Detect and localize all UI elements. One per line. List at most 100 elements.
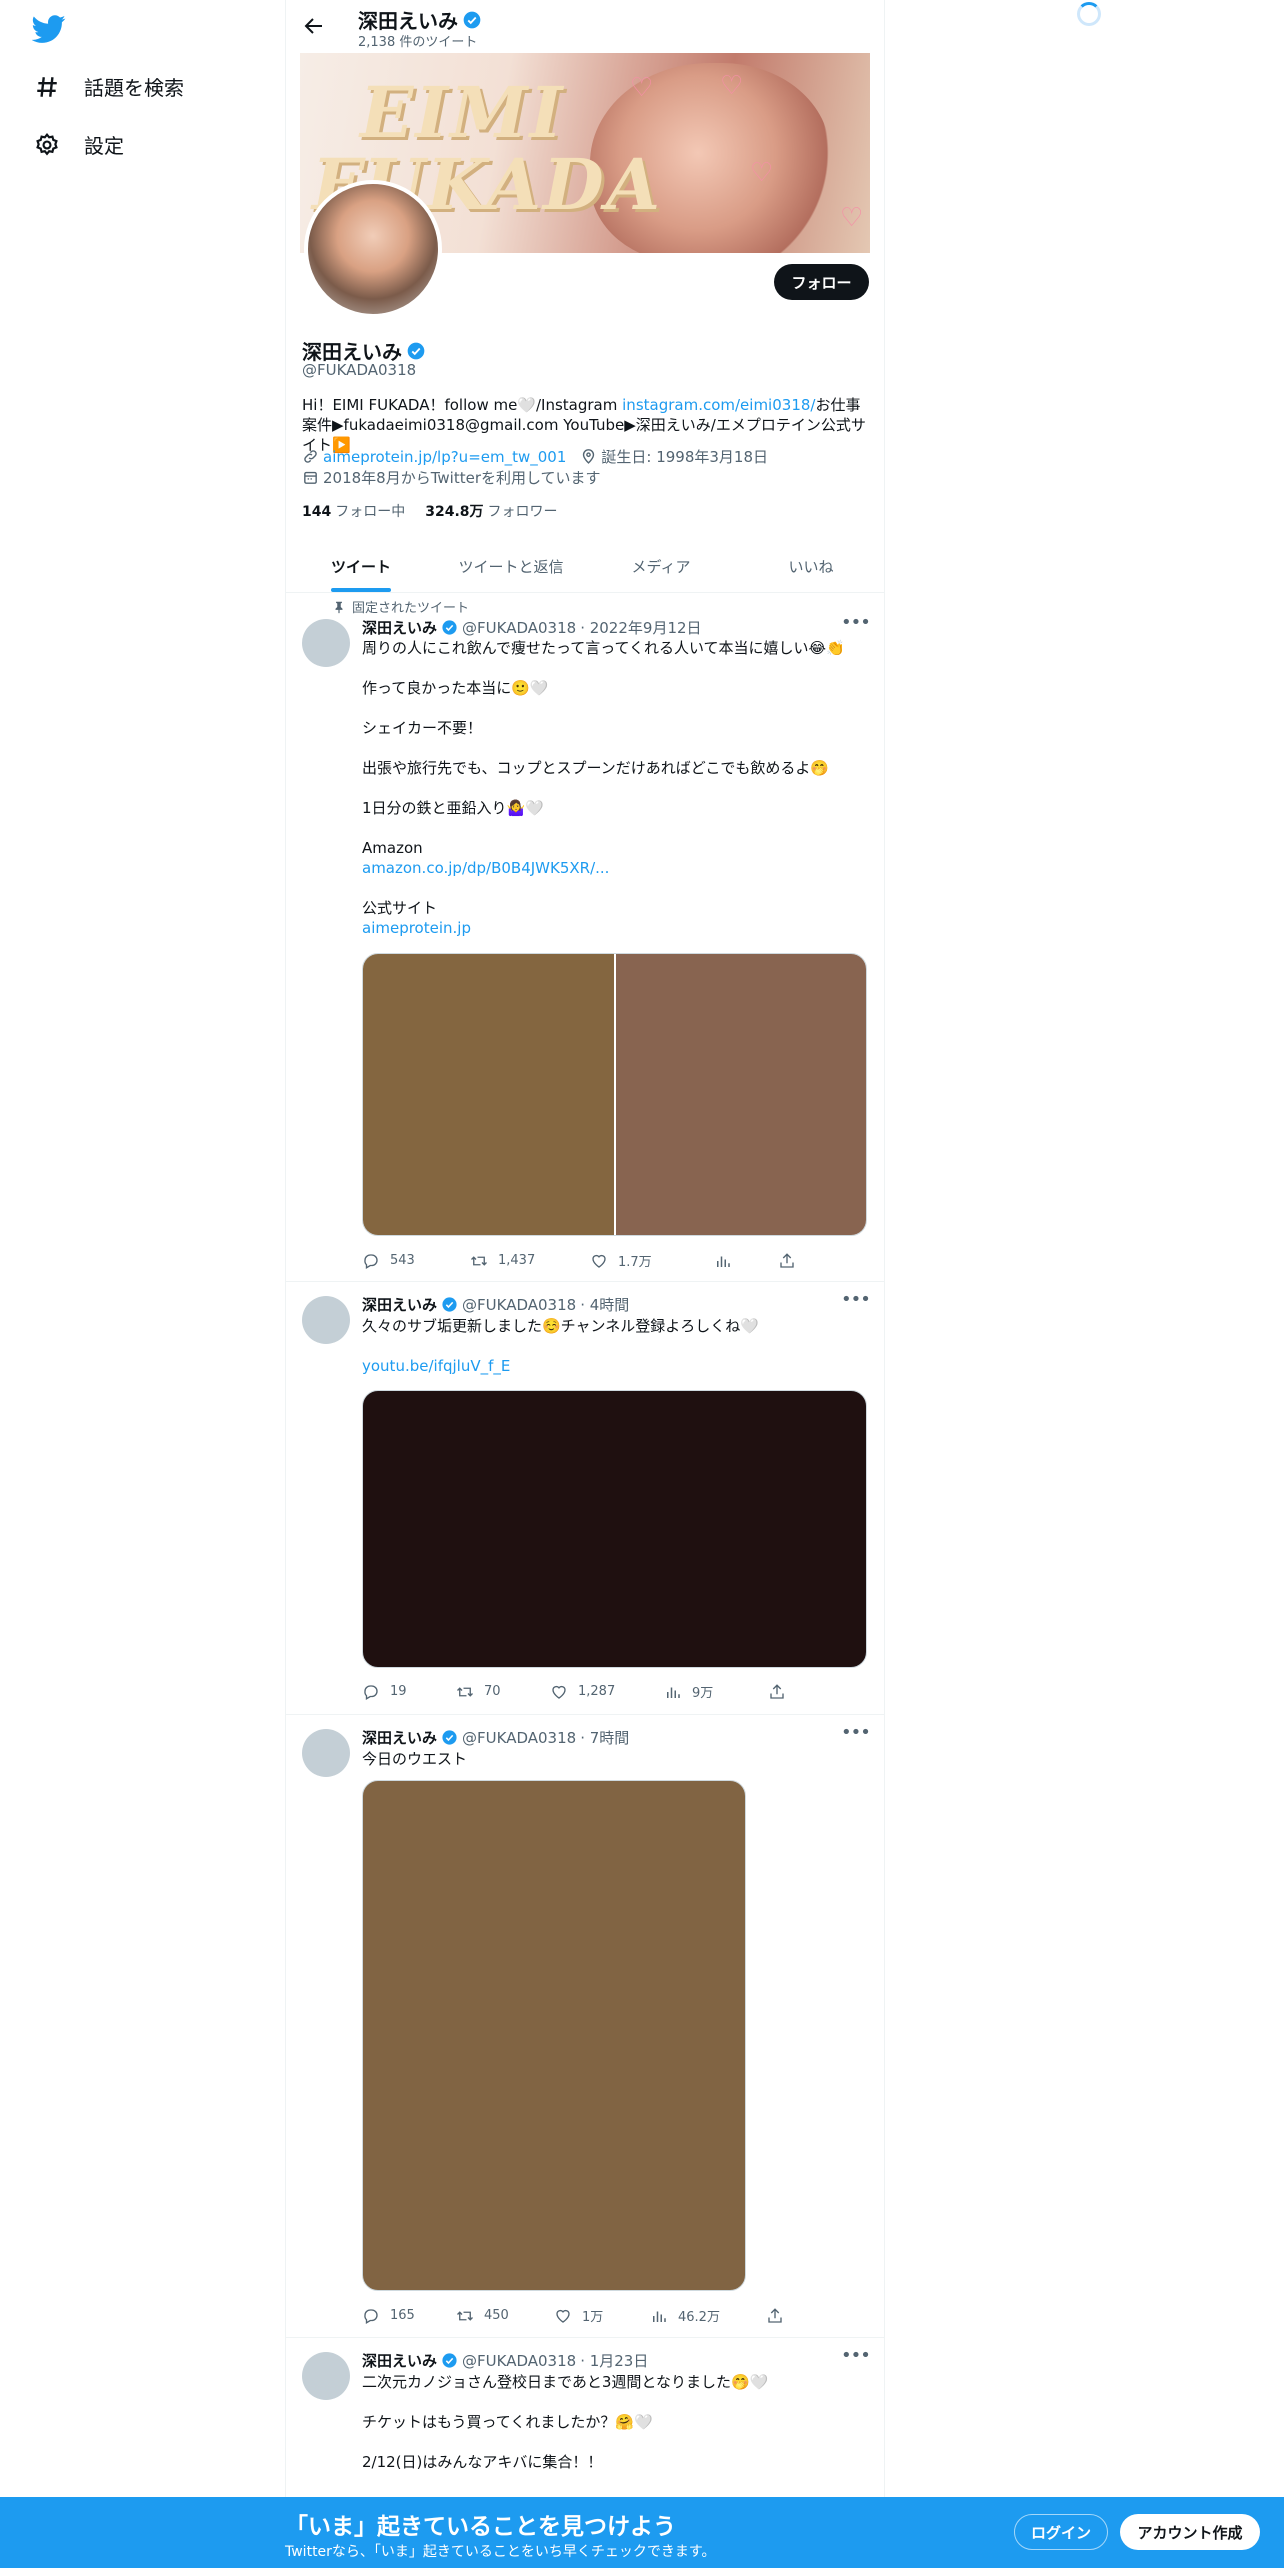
- like-button[interactable]: 1万: [554, 2306, 650, 2325]
- profile-stats: 144 フォロー中 324.8万 フォロワー: [302, 501, 558, 521]
- hashtag-icon: [37, 76, 57, 97]
- nav-explore[interactable]: 話題を検索: [34, 72, 184, 101]
- share-button[interactable]: [768, 1683, 786, 1701]
- profile-avatar[interactable]: [304, 180, 442, 318]
- tweet-card[interactable]: 深田えいみ @FUKADA0318 · 7時間 ••• 今日のウエスト 165 …: [286, 1715, 884, 2338]
- tweet-line: [362, 778, 872, 798]
- avatar[interactable]: [302, 1296, 350, 1344]
- tweet-author-name[interactable]: 深田えいみ: [362, 2350, 437, 2371]
- tweet-media[interactable]: [362, 953, 867, 1236]
- heart-icon: ♡: [750, 158, 774, 188]
- media-image[interactable]: [362, 1780, 746, 2291]
- profile-birthday-text: 誕生日: 1998年3月18日: [601, 448, 769, 466]
- tweet-line: [362, 2392, 872, 2412]
- official-site-link[interactable]: aimeprotein.jp: [362, 919, 471, 937]
- retweet-count: 70: [484, 1684, 501, 1699]
- signup-button[interactable]: アカウント作成: [1120, 2514, 1260, 2550]
- tab-likes[interactable]: いいね: [736, 540, 884, 592]
- reply-icon: [364, 2308, 378, 2324]
- nav-explore-label: 話題を検索: [84, 76, 184, 100]
- reply-button[interactable]: 543: [362, 1252, 470, 1270]
- reply-button[interactable]: 165: [362, 2307, 456, 2325]
- link-icon: [304, 450, 317, 463]
- like-button[interactable]: 1.7万: [590, 1251, 714, 1270]
- share-button[interactable]: [766, 2307, 784, 2325]
- more-icon[interactable]: •••: [841, 1291, 871, 1314]
- heart-icon: ♡: [840, 203, 864, 233]
- back-arrow-icon[interactable]: [302, 14, 326, 38]
- share-icon: [768, 2307, 782, 2323]
- calendar-icon: [304, 471, 317, 484]
- tweet-timestamp[interactable]: · 1月23日: [580, 2350, 648, 2371]
- profile-birthday: 誕生日: 1998年3月18日: [580, 446, 768, 467]
- gear-icon: [36, 132, 58, 155]
- media-image[interactable]: [363, 954, 616, 1235]
- tweet-line: [362, 2432, 872, 2452]
- tweet-author-handle[interactable]: @FUKADA0318: [462, 1296, 576, 1314]
- share-icon: [780, 1252, 794, 1268]
- reply-icon: [364, 1684, 378, 1700]
- tweet-author-name[interactable]: 深田えいみ: [362, 1294, 437, 1315]
- tweet-header: 深田えいみ @FUKADA0318 · 7時間: [362, 1727, 629, 1748]
- retweet-button[interactable]: 1,437: [470, 1252, 590, 1270]
- tweet-author-name[interactable]: 深田えいみ: [362, 1727, 437, 1748]
- header-tweet-count: 2,138 件のツイート: [358, 35, 478, 50]
- nav-settings[interactable]: 設定: [34, 130, 124, 159]
- followers-count: 324.8万: [425, 504, 484, 520]
- bio-instagram-link[interactable]: instagram.com/eimi0318/: [622, 396, 815, 414]
- header-name: 深田えいみ: [358, 9, 458, 33]
- twitter-logo-icon[interactable]: [32, 12, 66, 46]
- more-icon[interactable]: •••: [841, 1724, 871, 1747]
- login-button[interactable]: ログイン: [1014, 2514, 1108, 2550]
- verified-icon: [463, 11, 481, 28]
- reply-button[interactable]: 19: [362, 1683, 456, 1701]
- reply-count: 543: [390, 1253, 415, 1268]
- tweet-card[interactable]: 深田えいみ @FUKADA0318 · 4時間 ••• 久々のサブ垢更新しました…: [286, 1282, 884, 1715]
- profile-website[interactable]: aimeprotein.jp/lp?u=em_tw_001: [302, 448, 566, 466]
- tweet-text: 今日のウエスト: [362, 1749, 872, 1769]
- tab-media[interactable]: メディア: [586, 540, 736, 592]
- like-icon: [556, 2309, 570, 2323]
- tweet-timestamp[interactable]: · 4時間: [580, 1294, 629, 1315]
- tab-tweets[interactable]: ツイート: [286, 540, 436, 592]
- views-button[interactable]: 9万: [664, 1682, 768, 1701]
- avatar[interactable]: [302, 2352, 350, 2400]
- more-icon[interactable]: •••: [841, 2347, 871, 2370]
- avatar[interactable]: [302, 1729, 350, 1777]
- tweet-author-handle[interactable]: @FUKADA0318: [462, 2352, 576, 2370]
- follow-button[interactable]: フォロー: [774, 264, 869, 300]
- tab-tweets-and-replies[interactable]: ツイートと返信: [436, 540, 586, 592]
- tweet-author-handle[interactable]: @FUKADA0318: [462, 619, 576, 637]
- media-image[interactable]: [362, 1390, 867, 1668]
- tweet-line: 今日のウエスト: [362, 1750, 468, 1768]
- tweet-timestamp[interactable]: · 7時間: [580, 1727, 629, 1748]
- views-icon: [717, 1256, 730, 1267]
- media-image[interactable]: [615, 954, 866, 1235]
- youtube-link[interactable]: youtu.be/ifqjluV_f_E: [362, 1357, 510, 1375]
- retweet-button[interactable]: 70: [456, 1683, 550, 1701]
- tweet-header: 深田えいみ @FUKADA0318 · 1月23日: [362, 2350, 648, 2371]
- views-button[interactable]: 46.2万: [650, 2306, 766, 2325]
- following-stat[interactable]: 144 フォロー中: [302, 501, 405, 521]
- signup-banner-subtitle: Twitterなら、「いま」起きていることをいち早くチェックできます。: [285, 2544, 716, 2560]
- views-button[interactable]: [714, 1252, 778, 1270]
- retweet-button[interactable]: 450: [456, 2307, 554, 2325]
- more-icon[interactable]: •••: [841, 614, 871, 637]
- tweet-timestamp[interactable]: · 2022年9月12日: [580, 617, 701, 638]
- tweet-author-name[interactable]: 深田えいみ: [362, 617, 437, 638]
- banner-logo-text-1: EIMI: [360, 71, 565, 154]
- followers-stat[interactable]: 324.8万 フォロワー: [425, 501, 557, 521]
- share-button[interactable]: [778, 1252, 796, 1270]
- tweet-card[interactable]: 固定されたツイート 深田えいみ @FUKADA0318 · 2022年9月12日…: [286, 593, 884, 1282]
- views-icon: [667, 1687, 680, 1698]
- avatar[interactable]: [302, 619, 350, 667]
- loading-spinner-icon: [1077, 2, 1101, 26]
- like-button[interactable]: 1,287: [550, 1683, 664, 1701]
- share-icon: [770, 1683, 784, 1699]
- views-count: 46.2万: [678, 2310, 720, 2325]
- amazon-link[interactable]: amazon.co.jp/dp/B0B4JWK5XR/...: [362, 859, 609, 877]
- tweet-author-handle[interactable]: @FUKADA0318: [462, 1729, 576, 1747]
- retweet-count: 1,437: [498, 1253, 536, 1268]
- profile-website-link[interactable]: aimeprotein.jp/lp?u=em_tw_001: [323, 448, 566, 466]
- verified-icon: [442, 620, 457, 635]
